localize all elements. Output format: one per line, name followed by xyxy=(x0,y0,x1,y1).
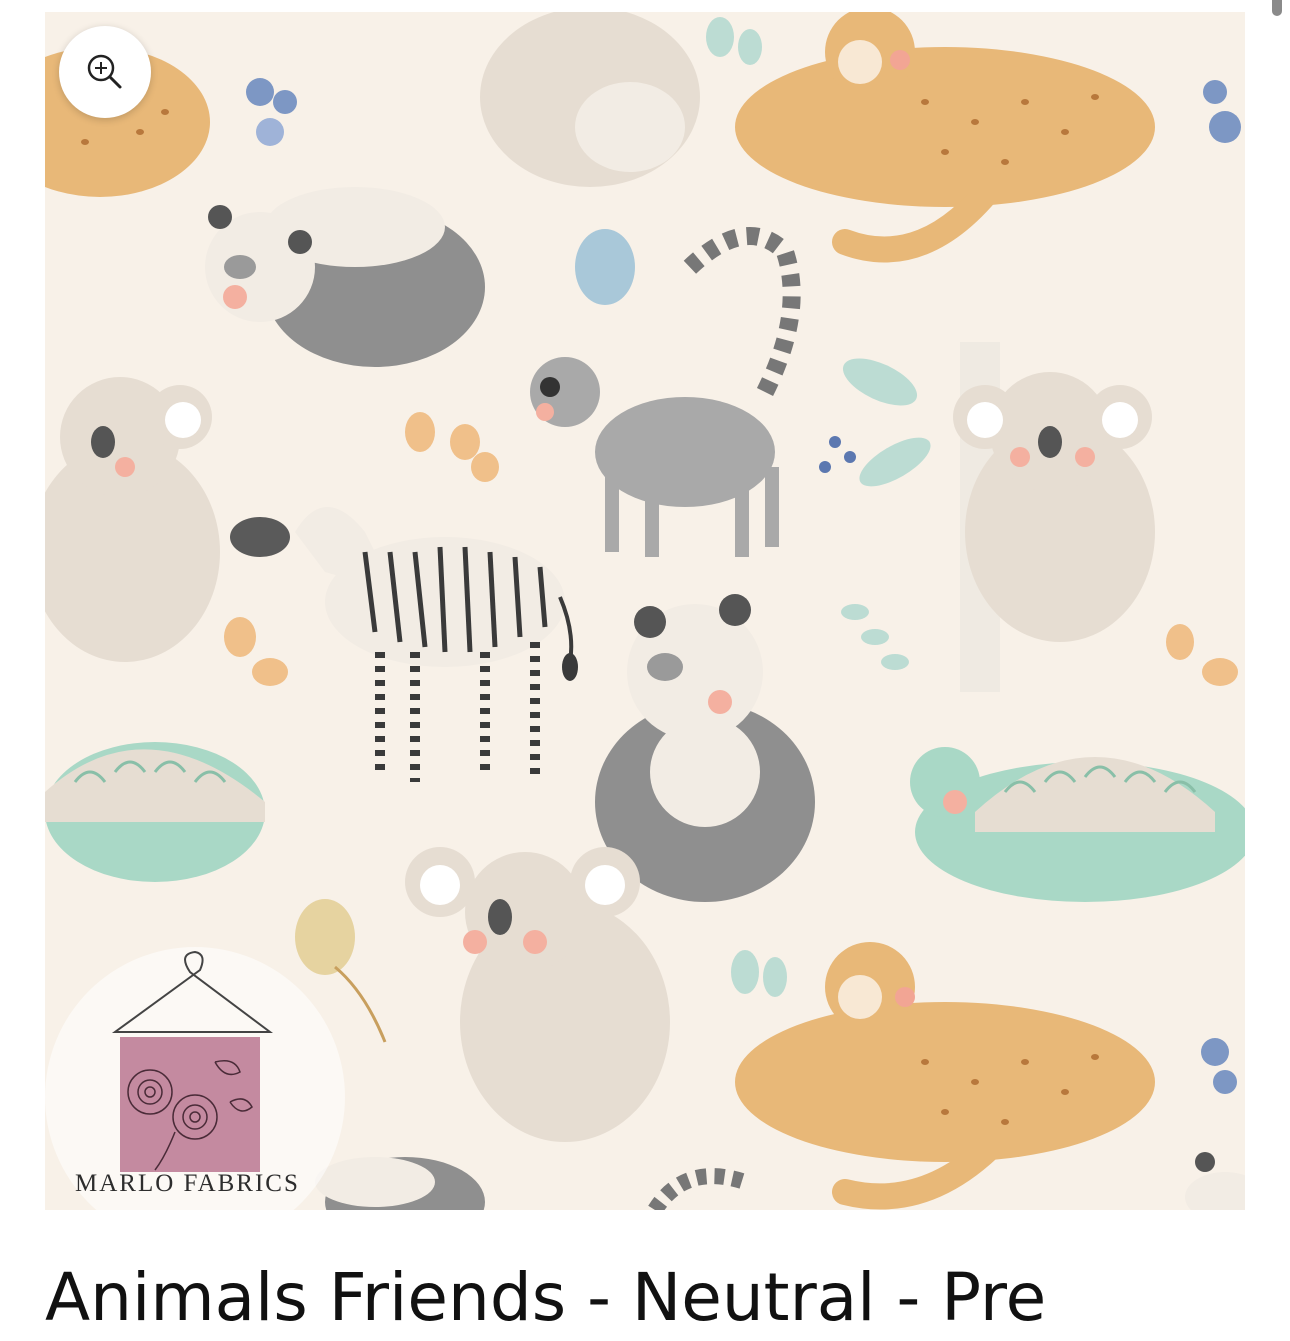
product-image[interactable]: MARLO FABRICS xyxy=(45,12,1245,1210)
zoom-in-icon xyxy=(87,54,122,89)
zoom-button[interactable] xyxy=(59,26,151,118)
tortoise-left xyxy=(45,742,265,882)
koala-top xyxy=(480,12,700,187)
brand-logo-text: MARLO FABRICS xyxy=(75,1170,300,1197)
product-title: Animals Friends - Neutral - Pre xyxy=(45,1259,1047,1336)
rose-swatch-icon xyxy=(120,1037,260,1172)
scrollbar-thumb[interactable] xyxy=(1272,0,1282,16)
koala-left-partial xyxy=(45,377,220,662)
